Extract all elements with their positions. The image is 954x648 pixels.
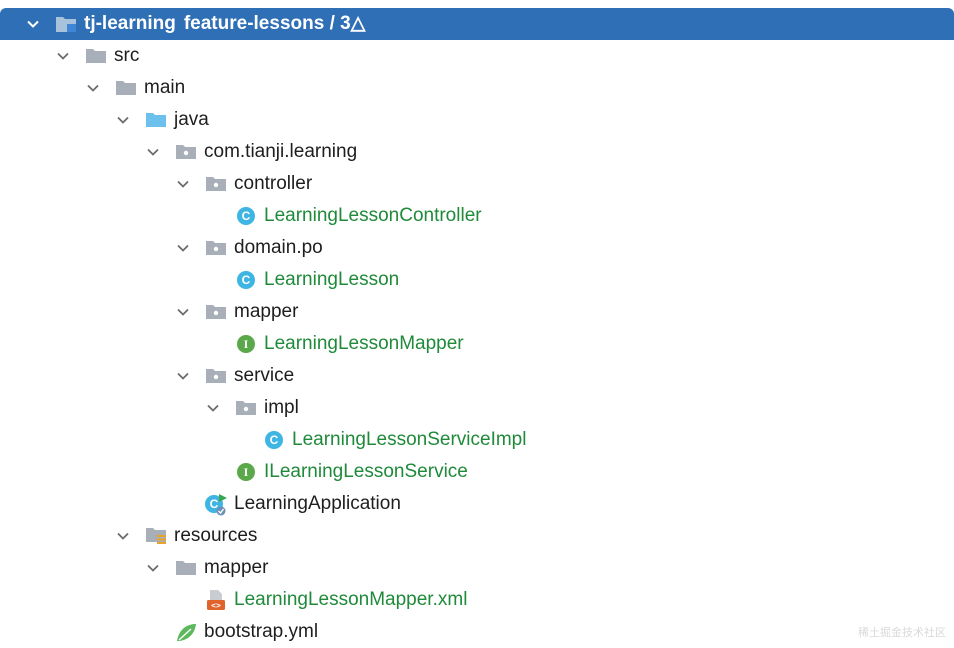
tree-label: controller xyxy=(234,173,313,194)
tree-label: mapper xyxy=(234,301,299,322)
tree-label: ILearningLessonService xyxy=(264,461,468,482)
svg-text:I: I xyxy=(244,337,249,351)
chevron-down-icon[interactable] xyxy=(112,104,134,136)
svg-text:C: C xyxy=(242,273,251,287)
svg-text:C: C xyxy=(242,209,251,223)
tree-row-service-interface[interactable]: I ILearningLessonService xyxy=(0,456,954,488)
tree-row-controller[interactable]: controller xyxy=(0,168,954,200)
chevron-down-icon[interactable] xyxy=(142,136,164,168)
tree-row-src[interactable]: src xyxy=(0,40,954,72)
tree-label: resources xyxy=(174,525,258,546)
xml-file-icon: <> xyxy=(204,584,228,616)
chevron-down-icon[interactable] xyxy=(172,168,194,200)
tree-row-service[interactable]: service xyxy=(0,360,954,392)
tree-row-domain-class[interactable]: C LearningLesson xyxy=(0,264,954,296)
tree-row-domain-po[interactable]: domain.po xyxy=(0,232,954,264)
package-icon xyxy=(204,168,228,200)
tree-row-application[interactable]: C LearningApplication xyxy=(0,488,954,520)
chevron-down-icon[interactable] xyxy=(22,8,44,40)
folder-icon xyxy=(114,72,138,104)
folder-icon xyxy=(84,40,108,72)
class-icon: C xyxy=(234,200,258,232)
watermark: 稀土掘金技术社区 xyxy=(858,627,946,639)
tree-label: LearningLessonController xyxy=(264,205,482,226)
package-icon xyxy=(174,136,198,168)
resources-folder-icon xyxy=(144,520,168,552)
tree-label: mapper xyxy=(204,557,269,578)
module-folder-icon xyxy=(54,8,78,40)
tree-row-resources-mapper[interactable]: mapper xyxy=(0,552,954,584)
interface-icon: I xyxy=(234,456,258,488)
branch-label: feature-lessons / 3△ xyxy=(183,13,366,34)
svg-text:I: I xyxy=(244,465,249,479)
tree-row-impl[interactable]: impl xyxy=(0,392,954,424)
svg-text:C: C xyxy=(270,433,279,447)
tree-label: domain.po xyxy=(234,237,323,258)
interface-icon: I xyxy=(234,328,258,360)
chevron-down-icon[interactable] xyxy=(172,232,194,264)
tree-row-bootstrap[interactable]: bootstrap.yml xyxy=(0,616,954,648)
package-icon xyxy=(204,232,228,264)
tree-label: service xyxy=(234,365,295,386)
spring-app-icon: C xyxy=(204,488,228,520)
tree-row-package[interactable]: com.tianji.learning xyxy=(0,136,954,168)
tree-label: bootstrap.yml xyxy=(204,621,319,642)
tree-row-mapper-interface[interactable]: I LearningLessonMapper xyxy=(0,328,954,360)
tree-label: LearningLessonMapper.xml xyxy=(234,589,468,610)
package-icon xyxy=(204,296,228,328)
tree-row-service-impl-class[interactable]: C LearningLessonServiceImpl xyxy=(0,424,954,456)
tree-label: LearningLesson xyxy=(264,269,400,290)
tree-label: LearningLessonServiceImpl xyxy=(292,429,527,450)
tree-row-controller-class[interactable]: C LearningLessonController xyxy=(0,200,954,232)
folder-icon xyxy=(174,552,198,584)
source-folder-icon xyxy=(144,104,168,136)
tree-label: LearningApplication xyxy=(234,493,401,514)
class-icon: C xyxy=(262,424,286,456)
package-icon xyxy=(234,392,258,424)
chevron-down-icon[interactable] xyxy=(172,296,194,328)
yml-file-icon xyxy=(174,616,198,648)
package-icon xyxy=(204,360,228,392)
tree-row-main[interactable]: main xyxy=(0,72,954,104)
tree-label: main xyxy=(144,77,186,98)
project-name: tj-learning xyxy=(84,13,176,34)
chevron-down-icon[interactable] xyxy=(52,40,74,72)
chevron-down-icon[interactable] xyxy=(202,392,224,424)
chevron-down-icon[interactable] xyxy=(142,552,164,584)
tree-label: LearningLessonMapper xyxy=(264,333,464,354)
tree-label: com.tianji.learning xyxy=(204,141,358,162)
tree-row-resources[interactable]: resources xyxy=(0,520,954,552)
tree-label: impl xyxy=(264,397,299,418)
chevron-down-icon[interactable] xyxy=(82,72,104,104)
tree-label: java xyxy=(174,109,209,130)
chevron-down-icon[interactable] xyxy=(112,520,134,552)
tree-row-mapper[interactable]: mapper xyxy=(0,296,954,328)
tree-label: src xyxy=(114,45,140,66)
class-icon: C xyxy=(234,264,258,296)
tree-row-mapper-xml[interactable]: <> LearningLessonMapper.xml xyxy=(0,584,954,616)
chevron-down-icon[interactable] xyxy=(172,360,194,392)
tree-row-project[interactable]: tj-learning feature-lessons / 3△ xyxy=(0,8,954,40)
svg-text:<>: <> xyxy=(211,601,221,610)
tree-row-java[interactable]: java xyxy=(0,104,954,136)
